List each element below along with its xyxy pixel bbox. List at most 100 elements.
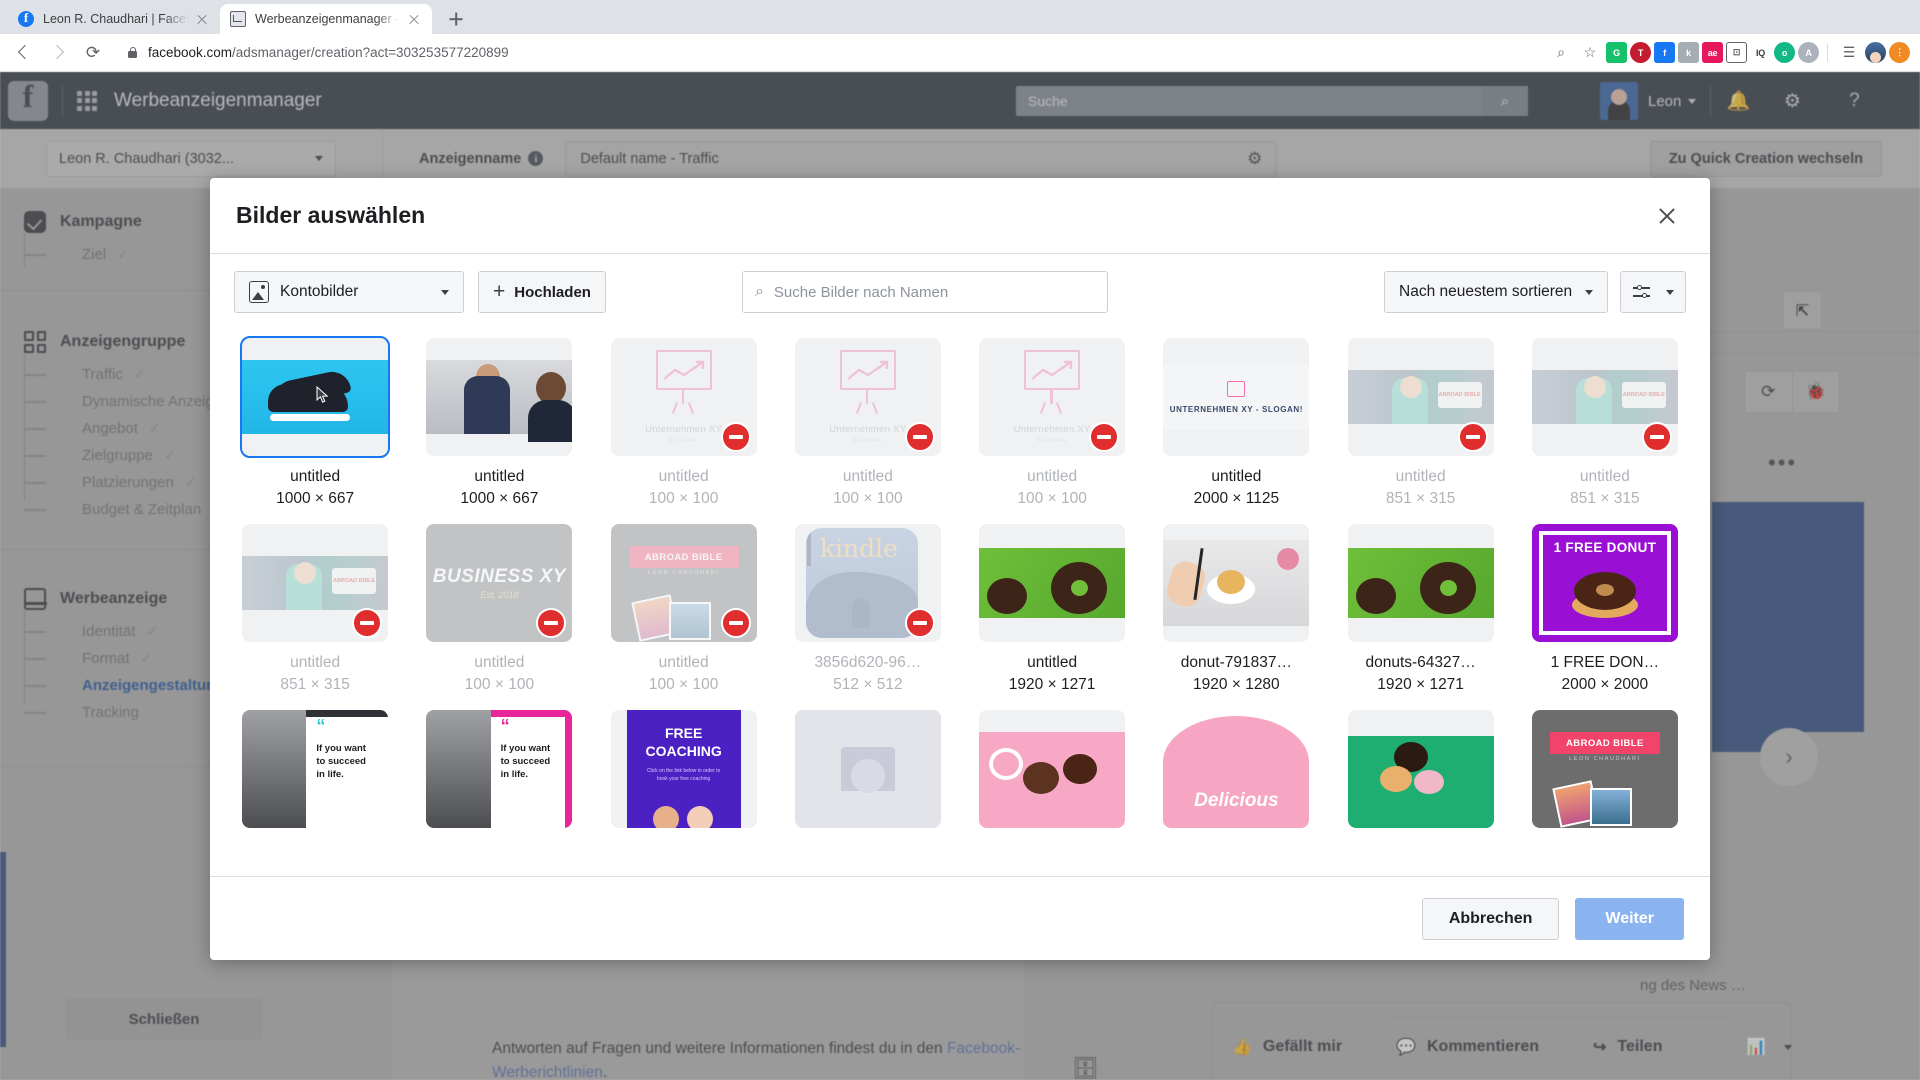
k-icon[interactable]: k [1678, 42, 1699, 63]
image-name: untitled [1211, 468, 1262, 485]
image-name: untitled [658, 468, 709, 485]
image-cell[interactable]: Delicious [1155, 702, 1317, 828]
image-thumbnail[interactable]: ABROAD BIBLE [1347, 338, 1494, 456]
image-cell[interactable]: 1 FREE DONUT 1 FREE DON… 2000 × 2000 [1524, 516, 1686, 694]
image-cell[interactable]: ABROAD BIBLE untitled 851 × 315 [1340, 330, 1502, 508]
image-thumbnail[interactable]: ABROAD BIBLE LEON CHAUDHARI [610, 524, 757, 642]
ae-icon[interactable]: ae [1702, 42, 1723, 63]
image-thumbnail[interactable]: “If you want to succeed in life. [242, 710, 389, 828]
image-thumbnail[interactable]: ABROAD BIBLE [242, 524, 389, 642]
unavailable-badge-icon [904, 608, 935, 638]
iq-icon[interactable]: IQ [1750, 42, 1771, 63]
image-thumbnail[interactable] [240, 336, 391, 458]
close-icon[interactable] [194, 11, 210, 27]
image-thumbnail[interactable] [1347, 710, 1494, 828]
image-cell[interactable]: ABROAD BIBLE LEON CHAUDHARI [1524, 702, 1686, 828]
image-artwork: ABROAD BIBLE LEON CHAUDHARI [1531, 710, 1678, 828]
image-grid-scroll[interactable]: untitled 1000 × 667 untitled 1000 × 667 Unte… [210, 330, 1710, 876]
list-icon[interactable]: ☰ [1836, 40, 1862, 66]
image-cell[interactable]: donut-791837… 1920 × 1280 [1155, 516, 1317, 694]
adsmanager-favicon [230, 11, 246, 27]
upload-button[interactable]: + Hochladen [478, 271, 606, 313]
image-dimensions: 1000 × 667 [460, 490, 539, 507]
image-cell[interactable]: BUSINESS XY Est. 2018 untitled 100 × 100 [418, 516, 580, 694]
reload-icon[interactable]: ⟳ [78, 38, 108, 68]
image-thumbnail[interactable]: FREE COACHING Click on the link below in o… [610, 710, 757, 828]
image-cell[interactable]: Unternehmen XY SLOGAN untitled 100 × 100 [603, 330, 765, 508]
image-cell[interactable]: “If you want to succeed in life. [418, 702, 580, 828]
back-button[interactable] [10, 38, 40, 68]
url-host: facebook.com [148, 45, 233, 60]
lock-icon [126, 46, 138, 59]
image-thumbnail[interactable] [979, 524, 1126, 642]
bookmark-star-icon[interactable]: ☆ [1577, 40, 1603, 66]
zoom-icon[interactable]: ⌕ [1548, 40, 1574, 66]
tab-icon[interactable]: T [1630, 42, 1651, 63]
image-thumbnail[interactable] [1347, 524, 1494, 642]
image-dimensions: 1920 × 1271 [1377, 676, 1464, 693]
image-cell[interactable]: untitled 1000 × 667 [234, 330, 396, 508]
image-thumbnail[interactable]: Delicious [1163, 710, 1310, 828]
image-name: 1 FREE DON… [1550, 654, 1660, 671]
image-cell[interactable] [971, 702, 1133, 828]
pocket-icon[interactable]: ⊡ [1726, 42, 1747, 63]
image-cell[interactable]: “If you want to succeed in life. [234, 702, 396, 828]
image-source-select[interactable]: Kontobilder [234, 271, 464, 313]
image-thumbnail[interactable]: 1 FREE DONUT [1531, 524, 1678, 642]
forward-button[interactable] [44, 38, 74, 68]
image-thumbnail[interactable] [426, 338, 573, 456]
image-cell[interactable]: untitled 1000 × 667 [418, 330, 580, 508]
browser-tab-2[interactable]: Werbeanzeigenmanager - Crea [220, 4, 432, 34]
image-cell[interactable]: UNTERNEHMEN XY - SLOGAN! untitled 2000 × 1… [1155, 330, 1317, 508]
off-icon[interactable]: o [1774, 42, 1795, 63]
image-thumbnail[interactable] [1163, 524, 1310, 642]
filter-button[interactable] [1620, 271, 1686, 313]
grammarly-icon[interactable]: G [1606, 42, 1627, 63]
close-icon[interactable] [406, 11, 422, 27]
browser-tab-1[interactable]: Leon R. Chaudhari | Facebook [8, 4, 220, 34]
browser-extensions: ⌕ ☆ G T f k ae ⊡ IQ o A ☰ ⋮ [1548, 40, 1910, 66]
upload-label: Hochladen [514, 283, 591, 301]
image-thumbnail[interactable]: Unternehmen XY SLOGAN [610, 338, 757, 456]
profile-icon[interactable] [1865, 42, 1886, 63]
image-thumbnail[interactable]: ABROAD BIBLE LEON CHAUDHARI [1531, 710, 1678, 828]
facebook-icon[interactable]: f [1654, 42, 1675, 63]
image-cell[interactable] [787, 702, 949, 828]
search-input[interactable]: ⌕ Suche Bilder nach Namen [741, 271, 1108, 313]
address-bar[interactable]: facebook.com/adsmanager/creation?act=303… [116, 40, 1540, 66]
search-placeholder: Suche Bilder nach Namen [773, 283, 949, 301]
modal-header: Bilder auswählen [210, 178, 1710, 254]
cancel-button[interactable]: Abbrechen [1421, 897, 1560, 940]
sliders-icon [1632, 284, 1650, 300]
image-name: donut-791837… [1180, 654, 1292, 671]
image-thumbnail[interactable] [794, 710, 941, 828]
image-thumbnail[interactable]: kindle [794, 524, 941, 642]
chevron-down-icon [1585, 289, 1593, 295]
image-thumbnail[interactable]: BUSINESS XY Est. 2018 [426, 524, 573, 642]
image-artwork [242, 338, 389, 456]
image-cell[interactable] [1340, 702, 1502, 828]
image-cell[interactable]: donuts-64327… 1920 × 1271 [1340, 516, 1502, 694]
next-button[interactable]: Weiter [1575, 897, 1684, 940]
image-cell[interactable]: untitled 1920 × 1271 [971, 516, 1133, 694]
image-thumbnail[interactable]: Unternehmen XY SLOGAN [979, 338, 1126, 456]
orange-icon[interactable]: ⋮ [1889, 42, 1910, 63]
close-icon[interactable] [1650, 199, 1684, 233]
asp-icon[interactable]: A [1798, 42, 1819, 63]
image-dimensions: 1920 × 1271 [1008, 676, 1096, 693]
image-cell[interactable]: FREE COACHING Click on the link below in o… [603, 702, 765, 828]
image-cell[interactable]: ABROAD BIBLE LEON CHAUDHARI untitled 100 × … [603, 516, 765, 694]
image-cell[interactable]: kindle 3856d620-96… 512 × 512 [787, 516, 949, 694]
image-cell[interactable]: Unternehmen XY SLOGAN untitled 100 × 100 [971, 330, 1133, 508]
new-tab-button[interactable] [442, 5, 470, 33]
image-thumbnail[interactable]: “If you want to succeed in life. [426, 710, 573, 828]
image-thumbnail[interactable]: Unternehmen XY SLOGAN [794, 338, 941, 456]
image-thumbnail[interactable]: ABROAD BIBLE [1531, 338, 1678, 456]
image-thumbnail[interactable] [979, 710, 1126, 828]
sort-select[interactable]: Nach neuestem sortieren [1384, 271, 1608, 313]
image-cell[interactable]: ABROAD BIBLE untitled 851 × 315 [234, 516, 396, 694]
image-dimensions: 2000 × 1125 [1193, 490, 1280, 507]
image-cell[interactable]: Unternehmen XY SLOGAN untitled 100 × 100 [787, 330, 949, 508]
image-cell[interactable]: ABROAD BIBLE untitled 851 × 315 [1524, 330, 1686, 508]
image-thumbnail[interactable]: UNTERNEHMEN XY - SLOGAN! [1163, 338, 1310, 456]
